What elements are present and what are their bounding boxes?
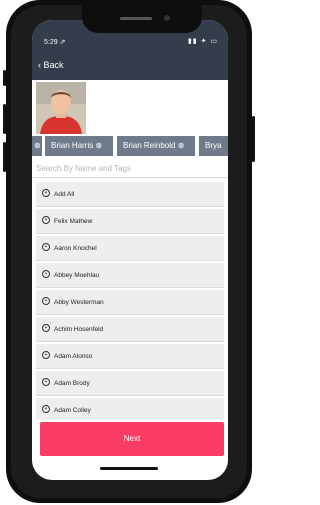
add-all-row[interactable]: + Add All xyxy=(36,182,224,207)
phone-device: 5:29 ⇗ ▮▮ ✦ ▭ ‹ Back ⊗ Brian Harris ⊗ Br… xyxy=(3,0,255,505)
front-camera xyxy=(164,15,170,21)
chip-item[interactable]: Brian Reinbold ⊗ xyxy=(117,136,195,156)
chip-item[interactable]: Brian Harris ⊗ xyxy=(45,136,113,156)
profile-photo[interactable] xyxy=(36,82,86,134)
next-button[interactable]: Next xyxy=(40,422,224,456)
add-icon: + xyxy=(42,216,50,225)
add-icon: + xyxy=(42,378,50,387)
status-icons: ▮▮ ✦ ▭ xyxy=(187,38,218,45)
list-item-label: Adam Alonso xyxy=(54,353,93,360)
add-icon: + xyxy=(42,189,50,198)
list-item-label: Abbey Moehlau xyxy=(54,272,100,279)
status-time: 5:29 ⇗ xyxy=(44,39,66,46)
speaker-grille xyxy=(120,17,152,20)
home-indicator xyxy=(100,467,158,470)
app-screen: 5:29 ⇗ ▮▮ ✦ ▭ ‹ Back ⊗ Brian Harris ⊗ Br… xyxy=(32,20,228,480)
selected-chips: ⊗ Brian Harris ⊗ Brian Reinbold ⊗ Brya xyxy=(32,136,228,156)
back-button[interactable]: ‹ Back xyxy=(38,60,64,70)
add-icon: + xyxy=(42,297,50,306)
list-item[interactable]: + Adam Alonso xyxy=(36,344,224,369)
list-item-label: Achim Hosenfeld xyxy=(54,326,104,333)
list-item-label: Felix Mathew xyxy=(54,218,93,225)
search-input[interactable] xyxy=(32,160,228,178)
power-button xyxy=(252,116,255,162)
add-icon: + xyxy=(42,243,50,252)
chip-item[interactable]: ⊗ xyxy=(32,136,42,156)
list-item-label: Add All xyxy=(54,191,75,198)
list-item-label: Adam Brody xyxy=(54,380,90,387)
list-item[interactable]: + Achim Hosenfeld xyxy=(36,317,224,342)
list-item[interactable]: + Abbey Moehlau xyxy=(36,263,224,288)
list-item[interactable]: + Abby Westerman xyxy=(36,290,224,315)
add-icon: + xyxy=(42,405,50,414)
list-item[interactable]: + Adam Brody xyxy=(36,371,224,396)
person-photo-icon xyxy=(36,82,86,134)
add-icon: + xyxy=(42,324,50,333)
list-item-label: Abby Westerman xyxy=(54,299,104,306)
list-item[interactable]: + Felix Mathew xyxy=(36,209,224,234)
contact-list: + Add All + Felix Mathew + Aaron Knochel + A… xyxy=(36,182,224,420)
list-item-label: Adam Colley xyxy=(54,407,91,414)
phone-notch xyxy=(82,3,202,33)
list-item[interactable]: + Adam Colley xyxy=(36,398,224,420)
list-item-label: Aaron Knochel xyxy=(54,245,97,252)
list-item[interactable]: + Aaron Knochel xyxy=(36,236,224,261)
add-icon: + xyxy=(42,351,50,360)
add-icon: + xyxy=(42,270,50,279)
chip-item[interactable]: Brya xyxy=(199,136,228,156)
